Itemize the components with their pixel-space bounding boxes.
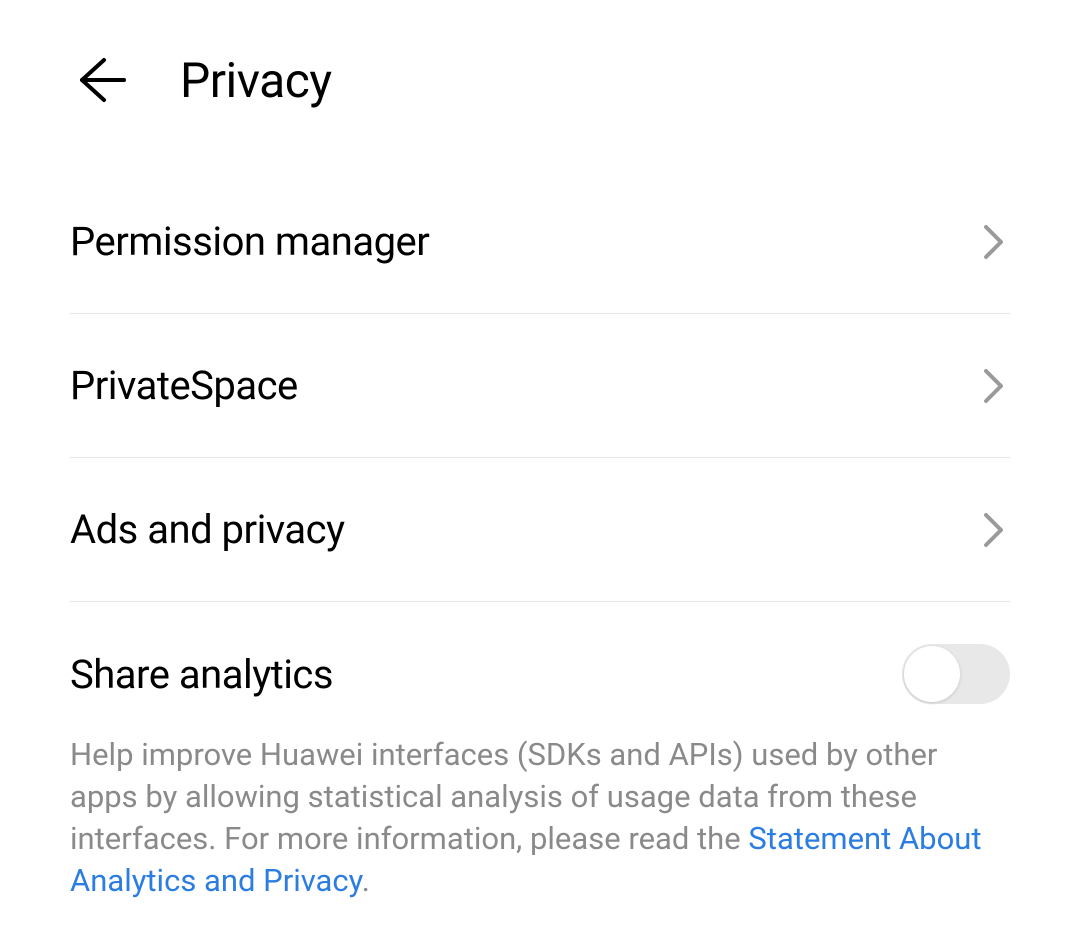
setting-ads-privacy[interactable]: Ads and privacy <box>70 458 1010 602</box>
share-analytics-toggle[interactable] <box>902 644 1010 704</box>
setting-permission-manager[interactable]: Permission manager <box>70 170 1010 314</box>
setting-label: Share analytics <box>70 651 333 698</box>
page-title: Privacy <box>180 52 332 109</box>
setting-label: Ads and privacy <box>70 506 345 553</box>
toggle-knob <box>904 646 960 702</box>
setting-share-analytics: Share analytics <box>70 602 1010 734</box>
settings-list: Permission manager PrivateSpace Ads and … <box>0 170 1080 734</box>
chevron-right-icon <box>978 370 1010 402</box>
help-text: Help improve Huawei interfaces (SDKs and… <box>0 734 1080 901</box>
setting-label: PrivateSpace <box>70 362 298 409</box>
setting-label: Permission manager <box>70 218 429 265</box>
setting-private-space[interactable]: PrivateSpace <box>70 314 1010 458</box>
back-icon[interactable] <box>70 50 130 110</box>
chevron-right-icon <box>978 514 1010 546</box>
chevron-right-icon <box>978 226 1010 258</box>
help-text-suffix: . <box>362 862 370 899</box>
header: Privacy <box>0 0 1080 170</box>
